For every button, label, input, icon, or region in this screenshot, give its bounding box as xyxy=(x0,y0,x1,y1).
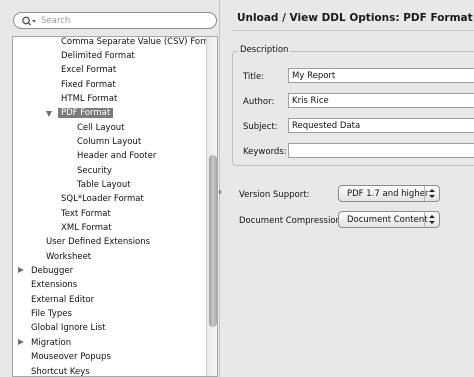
tree-item-excel-format[interactable]: Excel Format xyxy=(61,63,116,77)
author-field[interactable] xyxy=(288,93,474,108)
title-field[interactable] xyxy=(288,68,474,83)
tree-item-fixed-format[interactable]: Fixed Format xyxy=(61,78,116,92)
expand-right-icon[interactable] xyxy=(18,267,24,273)
tree-item-text-format[interactable]: Text Format xyxy=(61,207,111,221)
subject-label: Subject: xyxy=(243,122,278,132)
title-divider xyxy=(232,30,474,31)
tree-item-migration[interactable]: Migration xyxy=(31,336,71,350)
tree-scrollbar[interactable] xyxy=(206,37,217,376)
title-label: Title: xyxy=(243,72,265,82)
tree-item-user-defined-extensions[interactable]: User Defined Extensions xyxy=(46,235,150,249)
tree-item-xml-format[interactable]: XML Format xyxy=(61,221,112,235)
tree-item-mouseover-popups[interactable]: Mouseover Popups xyxy=(31,350,111,364)
tree-item-shortcut-keys[interactable]: Shortcut Keys xyxy=(31,365,90,376)
search-placeholder: Search xyxy=(41,16,71,26)
tree-item-delimited-format[interactable]: Delimited Format xyxy=(61,49,135,63)
tree-item-csv-format[interactable]: Comma Separate Value (CSV) Format xyxy=(61,37,217,49)
select-arrows-icon xyxy=(424,186,439,201)
tree-item-cell-layout[interactable]: Cell Layout xyxy=(77,121,125,135)
tree-item-worksheet[interactable]: Worksheet xyxy=(46,250,91,264)
search-icon xyxy=(22,16,36,26)
tree-scroll-thumb[interactable] xyxy=(209,155,217,327)
tree-item-security[interactable]: Security xyxy=(77,164,112,178)
expand-down-icon[interactable] xyxy=(46,111,52,117)
expand-right-icon[interactable] xyxy=(18,339,24,345)
tree-item-sqlloader-format[interactable]: SQL*Loader Format xyxy=(61,192,144,206)
tree-item-pdf-format[interactable]: PDF Format xyxy=(58,106,114,120)
document-compression-select[interactable]: Document Content xyxy=(338,211,440,228)
document-compression-label: Document Compression: xyxy=(239,216,344,226)
tree-item-header-footer[interactable]: Header and Footer xyxy=(77,149,156,163)
version-support-value: PDF 1.7 and higher xyxy=(347,189,429,199)
description-legend: Description xyxy=(238,45,291,55)
preferences-tree: Comma Separate Value (CSV) Format Delimi… xyxy=(12,36,218,377)
tree-item-html-format[interactable]: HTML Format xyxy=(61,92,117,106)
subject-field[interactable] xyxy=(288,118,474,133)
search-input[interactable]: Search xyxy=(13,12,217,29)
tree-item-file-types[interactable]: File Types xyxy=(31,307,72,321)
tree-item-global-ignore-list[interactable]: Global Ignore List xyxy=(31,321,105,335)
document-compression-value: Document Content xyxy=(347,215,428,225)
tree-item-external-editor[interactable]: External Editor xyxy=(31,293,94,307)
select-arrows-icon xyxy=(424,212,439,227)
splitter-grip-icon[interactable] xyxy=(219,189,222,195)
version-support-label: Version Support: xyxy=(239,190,310,200)
page-title: Unload / View DDL Options: PDF Format xyxy=(237,12,473,24)
tree-item-table-layout[interactable]: Table Layout xyxy=(77,178,131,192)
author-label: Author: xyxy=(243,97,275,107)
keywords-field[interactable] xyxy=(288,143,474,158)
tree-item-debugger[interactable]: Debugger xyxy=(31,264,73,278)
version-support-select[interactable]: PDF 1.7 and higher xyxy=(338,185,440,202)
tree-item-column-layout[interactable]: Column Layout xyxy=(77,135,141,149)
keywords-label: Keywords: xyxy=(243,147,287,157)
tree-item-extensions[interactable]: Extensions xyxy=(31,278,77,292)
